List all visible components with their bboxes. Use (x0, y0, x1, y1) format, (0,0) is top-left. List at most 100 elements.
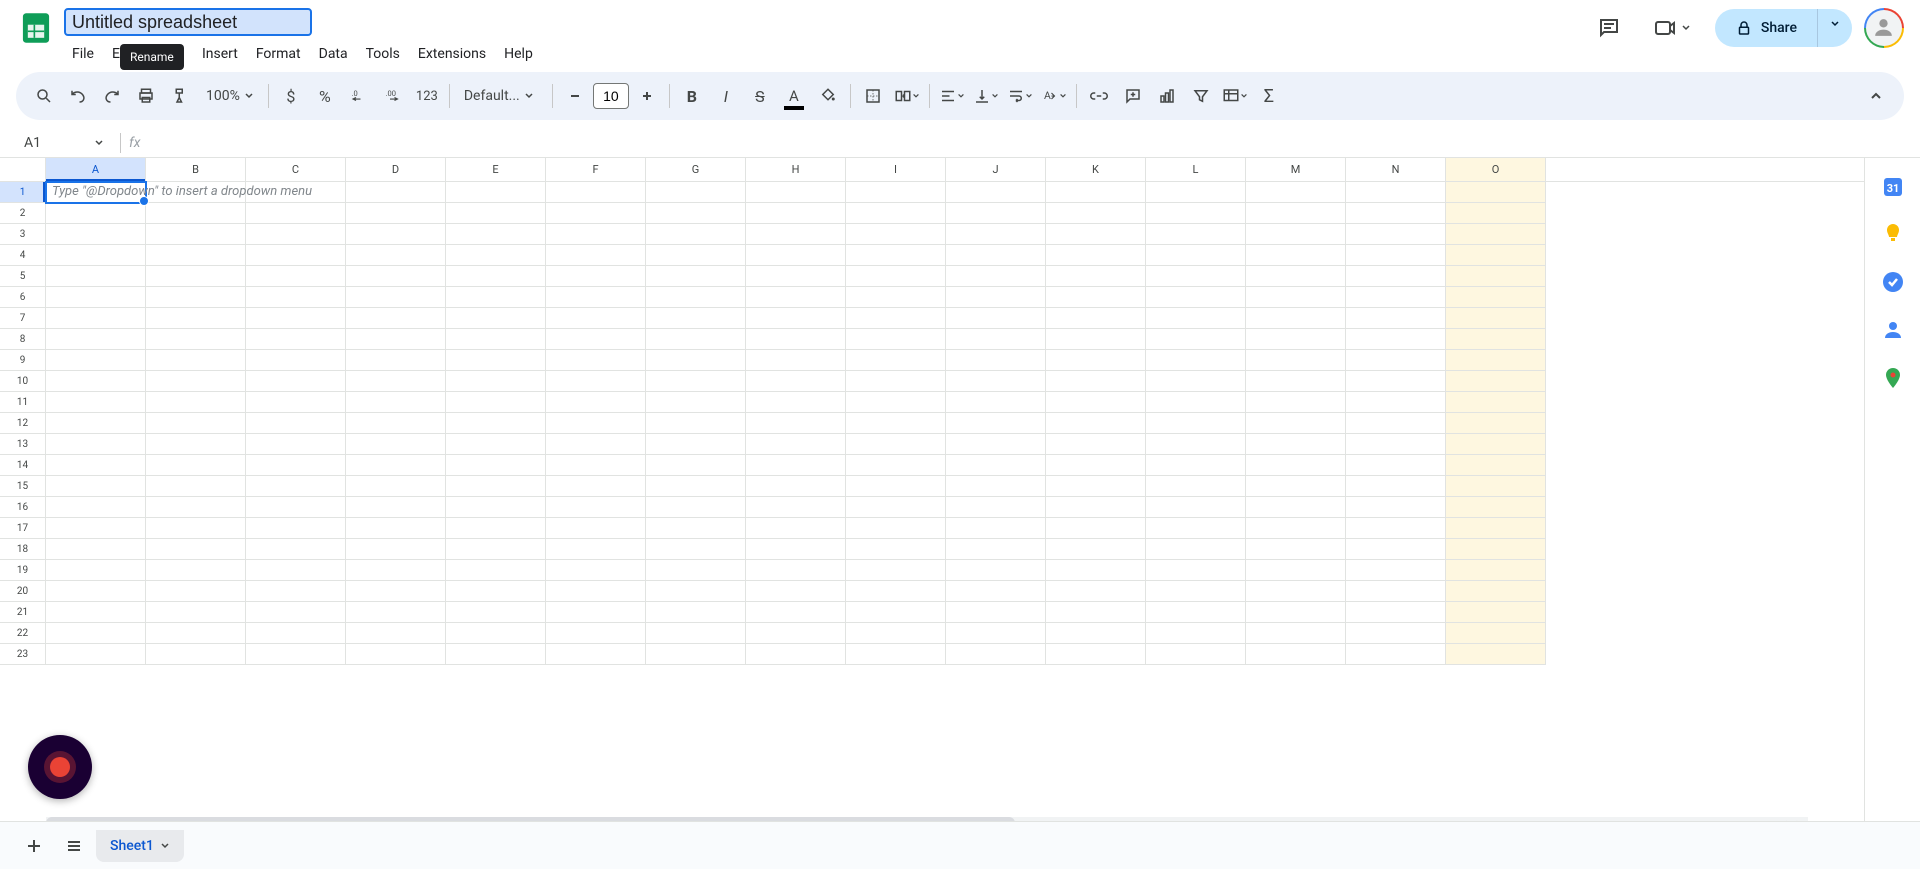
cell[interactable] (946, 539, 1046, 560)
cell[interactable] (1246, 329, 1346, 350)
cell[interactable] (746, 539, 846, 560)
cell[interactable] (446, 287, 546, 308)
cell[interactable] (1146, 266, 1246, 287)
borders-button[interactable] (857, 80, 889, 112)
cell[interactable] (1446, 245, 1546, 266)
cell[interactable] (1046, 476, 1146, 497)
tasks-icon[interactable] (1881, 270, 1905, 294)
cell[interactable] (546, 245, 646, 266)
row-header[interactable]: 8 (0, 329, 46, 350)
row-header[interactable]: 14 (0, 455, 46, 476)
cell[interactable] (1346, 329, 1446, 350)
cell[interactable] (1246, 308, 1346, 329)
cell[interactable] (546, 434, 646, 455)
column-header[interactable]: G (646, 158, 746, 181)
cell[interactable] (1046, 329, 1146, 350)
row-header[interactable]: 23 (0, 644, 46, 665)
cell[interactable] (1446, 350, 1546, 371)
cell[interactable] (1246, 245, 1346, 266)
font-select[interactable]: Default... (456, 88, 546, 104)
cell[interactable] (346, 518, 446, 539)
italic-button[interactable]: I (710, 80, 742, 112)
cell[interactable] (446, 266, 546, 287)
cell[interactable] (846, 203, 946, 224)
cell[interactable] (1446, 434, 1546, 455)
cell[interactable] (746, 518, 846, 539)
cell[interactable] (146, 602, 246, 623)
cell[interactable] (946, 602, 1046, 623)
cell[interactable] (1146, 623, 1246, 644)
cell[interactable] (746, 287, 846, 308)
cell[interactable] (446, 644, 546, 665)
cell[interactable] (346, 455, 446, 476)
column-header[interactable]: L (1146, 158, 1246, 181)
cell[interactable] (46, 287, 146, 308)
create-filter-button[interactable] (1185, 80, 1217, 112)
cell[interactable] (846, 350, 946, 371)
cell[interactable] (1446, 308, 1546, 329)
more-formats-button[interactable]: 123 (411, 80, 443, 112)
search-menus-button[interactable] (28, 80, 60, 112)
cell[interactable] (446, 518, 546, 539)
currency-button[interactable]: $ (275, 80, 307, 112)
cell[interactable] (746, 182, 846, 203)
cell[interactable] (946, 644, 1046, 665)
cell[interactable] (1246, 497, 1346, 518)
cell[interactable] (1346, 476, 1446, 497)
cell[interactable] (746, 434, 846, 455)
cell[interactable] (1346, 182, 1446, 203)
cell[interactable] (146, 266, 246, 287)
cell[interactable] (746, 560, 846, 581)
cell[interactable] (646, 518, 746, 539)
cell[interactable] (1346, 455, 1446, 476)
cell[interactable] (1146, 182, 1246, 203)
cell[interactable] (1346, 287, 1446, 308)
cell[interactable] (446, 224, 546, 245)
cell[interactable] (146, 539, 246, 560)
row-header[interactable]: 5 (0, 266, 46, 287)
cell[interactable] (746, 224, 846, 245)
sheets-logo[interactable] (16, 8, 56, 48)
cell[interactable] (46, 245, 146, 266)
cell[interactable] (1046, 182, 1146, 203)
cell[interactable] (46, 371, 146, 392)
cell[interactable] (1146, 203, 1246, 224)
cell[interactable] (546, 497, 646, 518)
cell[interactable] (46, 413, 146, 434)
cell[interactable] (1446, 581, 1546, 602)
cell[interactable] (1246, 518, 1346, 539)
cell[interactable] (246, 182, 346, 203)
cell[interactable] (146, 560, 246, 581)
cell[interactable] (846, 560, 946, 581)
cell[interactable] (846, 518, 946, 539)
cell[interactable] (246, 287, 346, 308)
select-all-corner[interactable] (0, 158, 46, 181)
cell[interactable] (546, 560, 646, 581)
share-dropdown[interactable] (1817, 9, 1852, 47)
name-box[interactable]: A1 (16, 135, 112, 151)
cell[interactable] (446, 497, 546, 518)
cell[interactable] (346, 644, 446, 665)
cell[interactable] (1446, 623, 1546, 644)
cell[interactable] (1046, 455, 1146, 476)
cell[interactable] (1146, 560, 1246, 581)
cell[interactable] (1046, 203, 1146, 224)
cell[interactable] (346, 287, 446, 308)
cell[interactable] (46, 329, 146, 350)
cell[interactable] (1246, 182, 1346, 203)
cell[interactable] (646, 203, 746, 224)
calendar-icon[interactable]: 31 (1881, 174, 1905, 198)
cell[interactable] (1346, 581, 1446, 602)
cell[interactable] (646, 623, 746, 644)
percent-button[interactable]: % (309, 80, 341, 112)
cell[interactable] (1146, 371, 1246, 392)
cell[interactable] (1346, 560, 1446, 581)
cell[interactable] (946, 266, 1046, 287)
cell[interactable] (1446, 182, 1546, 203)
row-header[interactable]: 6 (0, 287, 46, 308)
cell[interactable] (646, 539, 746, 560)
cell[interactable] (46, 581, 146, 602)
row-header[interactable]: 18 (0, 539, 46, 560)
cell[interactable] (1446, 287, 1546, 308)
row-header[interactable]: 20 (0, 581, 46, 602)
